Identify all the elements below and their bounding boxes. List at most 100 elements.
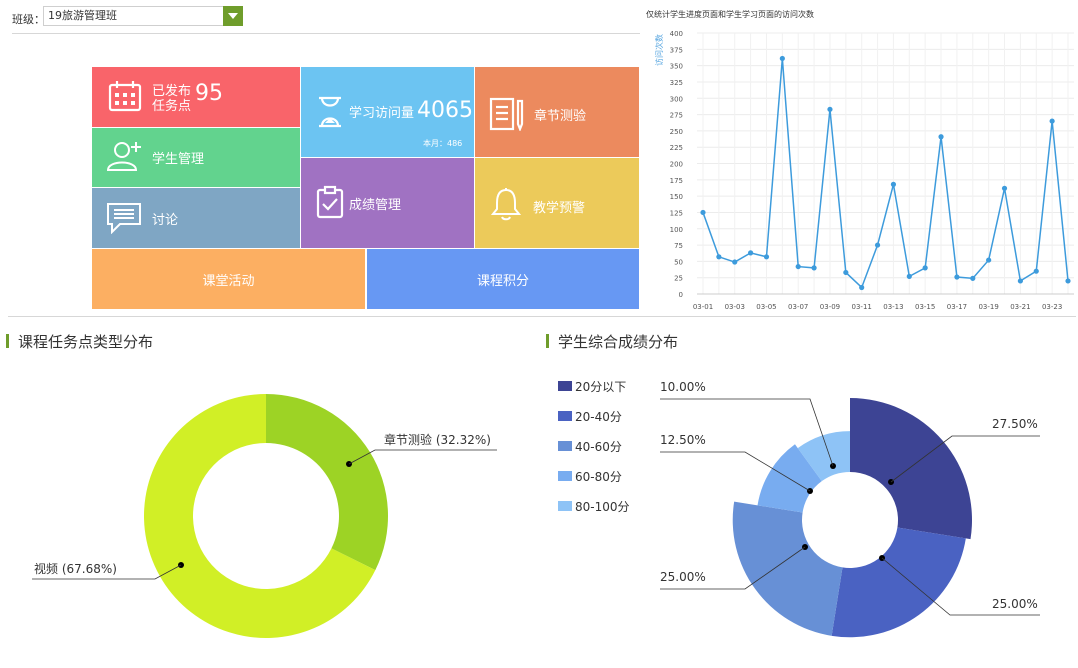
legend-label: 80-100分 bbox=[575, 500, 630, 514]
visits-line bbox=[702, 58, 1069, 289]
x-tick-label: 03-23 bbox=[1042, 303, 1062, 311]
document-pen-icon bbox=[489, 97, 524, 131]
y-tick-label: 350 bbox=[670, 63, 683, 71]
warning-label: 教学预警 bbox=[533, 201, 586, 216]
line-chart-ylabel: 访问次数 bbox=[654, 34, 664, 66]
grade-rose-chart: 20分以下 20-40分 40-60分 60-80分 80-100分 27.50% 25.… bbox=[558, 380, 1040, 638]
x-tick-label: 03-13 bbox=[883, 303, 903, 311]
y-tick-label: 250 bbox=[670, 128, 683, 136]
rose-slice-label: 25.00% bbox=[992, 597, 1038, 611]
visits-point bbox=[748, 250, 754, 256]
x-tick-label: 03-05 bbox=[756, 303, 776, 311]
y-tick-label: 125 bbox=[670, 209, 683, 217]
visits-point bbox=[811, 265, 817, 271]
y-tick-label: 300 bbox=[670, 95, 683, 103]
hourglass-icon bbox=[319, 96, 341, 128]
bell-icon bbox=[490, 188, 522, 221]
grades-label: 成绩管理 bbox=[349, 198, 402, 213]
x-tick-label: 03-17 bbox=[947, 303, 967, 311]
visits-point bbox=[986, 257, 992, 263]
section-title-task-types: 课程任务点类型分布 bbox=[6, 331, 153, 352]
tile-quiz[interactable]: 章节测验 bbox=[475, 67, 639, 157]
chevron-down-icon[interactable] bbox=[223, 6, 243, 26]
visits-point bbox=[874, 242, 881, 248]
y-tick-label: 25 bbox=[674, 275, 683, 283]
legend-label: 40-60分 bbox=[575, 440, 622, 454]
tasks-label-line2: 任务点 bbox=[152, 99, 192, 114]
tile-warning[interactable]: 教学预警 bbox=[475, 158, 639, 248]
visits-point bbox=[954, 274, 960, 280]
x-tick-label: 03-01 bbox=[693, 303, 713, 311]
x-tick-label: 03-03 bbox=[725, 303, 745, 311]
quiz-label: 章节测验 bbox=[534, 109, 587, 124]
rose-slice-label: 25.00% bbox=[660, 570, 706, 584]
y-tick-label: 100 bbox=[670, 226, 683, 234]
top-divider bbox=[12, 33, 640, 34]
line-chart-title: 仅统计学生进度页面和学生学习页面的访问次数 bbox=[646, 9, 814, 19]
class-select-value: 19旅游管理班 bbox=[48, 9, 117, 22]
visits-point bbox=[1049, 118, 1055, 124]
legend-label: 20-40分 bbox=[575, 410, 622, 424]
calendar-icon bbox=[108, 81, 142, 112]
task-type-donut-chart: 章节测验 (32.32%) 视频 (67.68%) bbox=[32, 394, 497, 638]
donut-slice-label: 视频 (67.68%) bbox=[34, 561, 117, 576]
visits-point bbox=[700, 209, 706, 216]
visits-point bbox=[1065, 278, 1071, 284]
y-tick-label: 200 bbox=[670, 161, 683, 169]
chat-icon bbox=[107, 203, 141, 234]
rose-slice bbox=[831, 527, 966, 638]
points-label: 课程积分 bbox=[476, 274, 529, 289]
students-label: 学生管理 bbox=[152, 152, 205, 167]
y-tick-label: 175 bbox=[670, 177, 683, 185]
legend-swatch bbox=[558, 441, 572, 451]
tile-students[interactable]: 学生管理 bbox=[92, 128, 300, 187]
x-tick-label: 03-09 bbox=[820, 303, 840, 311]
visits-point bbox=[716, 254, 722, 260]
tile-activity[interactable]: 课堂活动 bbox=[92, 249, 365, 309]
y-tick-label: 150 bbox=[670, 193, 683, 201]
donut-slice bbox=[266, 394, 388, 571]
donut-slice-label: 章节测验 (32.32%) bbox=[384, 432, 491, 447]
visits-count: 4065 bbox=[417, 98, 473, 123]
visits-point bbox=[795, 263, 801, 270]
tile-discussion[interactable]: 讨论 bbox=[92, 188, 300, 248]
visits-point bbox=[890, 181, 897, 187]
tile-grades[interactable]: 成绩管理 bbox=[301, 158, 474, 248]
legend-swatch bbox=[558, 381, 572, 391]
visits-monthly: 本月：486 bbox=[423, 139, 463, 148]
x-tick-label: 03-21 bbox=[1010, 303, 1030, 311]
rose-slice bbox=[732, 501, 843, 636]
legend-label: 20分以下 bbox=[575, 380, 626, 394]
visits-point bbox=[970, 275, 976, 281]
tile-points[interactable]: 课程积分 bbox=[367, 249, 639, 309]
visits-point bbox=[906, 273, 912, 279]
x-tick-label: 03-19 bbox=[978, 303, 998, 311]
visits-point bbox=[938, 134, 944, 140]
legend-swatch bbox=[558, 411, 572, 421]
visits-point bbox=[859, 284, 865, 291]
visits-line-chart: 仅统计学生进度页面和学生学习页面的访问次数 访问次数 0 25 50 75 100 125… bbox=[646, 9, 1074, 311]
visits-label: 学习访问量 bbox=[349, 106, 415, 121]
tasks-count: 95 bbox=[195, 81, 223, 106]
y-tick-label: 400 bbox=[670, 30, 683, 38]
visits-point bbox=[827, 106, 833, 112]
section-title-grade-dist: 学生综合成绩分布 bbox=[546, 331, 678, 352]
x-tick-label: 03-11 bbox=[852, 303, 872, 311]
y-tick-label: 325 bbox=[670, 79, 683, 87]
y-tick-label: 50 bbox=[674, 258, 683, 266]
y-tick-label: 75 bbox=[674, 242, 683, 250]
class-select[interactable]: 19旅游管理班 bbox=[43, 6, 243, 26]
class-label: 班级： bbox=[12, 13, 45, 26]
tile-visits[interactable]: 学习访问量 4065 本月：486 bbox=[301, 67, 474, 157]
visits-point bbox=[1017, 278, 1023, 284]
rose-slice-label: 27.50% bbox=[992, 417, 1038, 431]
discussion-label: 讨论 bbox=[152, 213, 179, 228]
visits-point bbox=[922, 265, 928, 271]
activity-label: 课堂活动 bbox=[202, 274, 255, 289]
visits-point bbox=[1001, 185, 1008, 191]
visits-point bbox=[779, 55, 785, 62]
visits-point bbox=[732, 259, 738, 265]
tile-tasks[interactable]: 已发布 任务点 95 bbox=[92, 67, 300, 127]
visits-point bbox=[843, 269, 849, 276]
y-tick-label: 225 bbox=[670, 144, 683, 152]
